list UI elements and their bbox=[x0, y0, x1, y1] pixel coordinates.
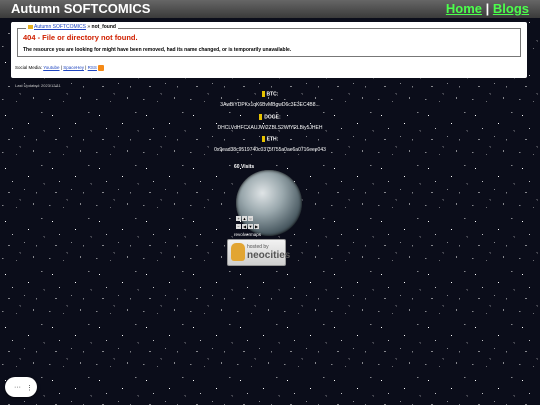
breadcrumb-home-link[interactable]: Autumn SOFTCOMICS bbox=[34, 24, 86, 30]
content-panel: Autumn SOFTCOMICS » not_found 404 - File… bbox=[11, 22, 527, 78]
more-vertical-icon: ⋮ bbox=[26, 385, 33, 392]
down-arrow-icon[interactable]: ▼ bbox=[248, 224, 253, 229]
globe-controls-row-2: − ◀ ▼ ▶ bbox=[236, 224, 260, 229]
floating-menu-button[interactable]: ··· ⋮ bbox=[5, 377, 37, 397]
doge-icon bbox=[259, 114, 263, 120]
nav-blogs-link[interactable]: Blogs bbox=[493, 1, 529, 16]
btc-block: BTC: 3AwBiYDPKx1qK6BvMBgwD6c3E3EC4B8... bbox=[0, 91, 540, 108]
globe-controls-row-1: + ▲ ○ bbox=[236, 216, 254, 221]
doge-address: DHCLVdHFCXAUJWi2ZBLS2WfYRLBiy5JHEH bbox=[217, 125, 323, 132]
up-arrow-icon[interactable]: ▲ bbox=[242, 216, 247, 221]
btc-icon bbox=[261, 91, 265, 97]
social-media-row: Social Media: Youtube | SpaceHey | RSS bbox=[15, 65, 104, 71]
breadcrumb-separator: » bbox=[87, 24, 91, 30]
rss-link[interactable]: RSS bbox=[88, 65, 97, 70]
error-title: 404 - File or directory not found. bbox=[23, 33, 138, 42]
last-updated: Last Updated: 2023/12/11 bbox=[15, 83, 61, 88]
revolvermaps-label[interactable]: revolvermaps bbox=[234, 232, 261, 237]
btc-address: 3AwBiYDPKx1qK6BvMBgwD6c3E3EC4B8... bbox=[220, 102, 320, 109]
social-label: Social Media: bbox=[15, 65, 43, 71]
neocities-badge[interactable]: hosted by neocities bbox=[227, 239, 290, 266]
nav-separator: | bbox=[485, 1, 490, 16]
folder-icon bbox=[28, 24, 33, 29]
breadcrumb-current: not_found bbox=[91, 24, 116, 30]
nav-home-link[interactable]: Home bbox=[446, 1, 482, 16]
eth-address: 0x9ead38c9519740c0375f755a0ae6a0716eee04… bbox=[214, 147, 326, 154]
doge-label: DOGE: bbox=[264, 114, 281, 121]
zoom-in-icon[interactable]: + bbox=[236, 216, 241, 221]
zoom-out-icon[interactable]: − bbox=[236, 224, 241, 229]
left-arrow-icon[interactable]: ◀ bbox=[242, 224, 247, 229]
right-arrow-icon[interactable]: ▶ bbox=[254, 224, 259, 229]
eth-icon bbox=[261, 136, 265, 142]
neocities-cat-icon bbox=[231, 243, 245, 261]
visit-counter: 60 Visits bbox=[234, 164, 255, 170]
breadcrumb: Autumn SOFTCOMICS » not_found bbox=[26, 24, 118, 30]
doge-block: DOGE: DHCLVdHFCXAUJWi2ZBLS2WfYRLBiy5JHEH bbox=[0, 114, 540, 131]
header-bar: Autumn SOFTCOMICS Home | Blogs bbox=[0, 0, 540, 18]
error-message: The resource you are looking for might h… bbox=[23, 47, 292, 53]
ellipsis-icon: ··· bbox=[14, 384, 21, 391]
error-box: Autumn SOFTCOMICS » not_found 404 - File… bbox=[17, 24, 521, 57]
eth-label: ETH: bbox=[266, 136, 279, 143]
neocities-wordmark: neocities bbox=[247, 250, 291, 261]
reset-icon[interactable]: ○ bbox=[248, 216, 253, 221]
btc-label: BTC: bbox=[266, 91, 279, 98]
rss-icon[interactable] bbox=[97, 65, 104, 71]
site-title: Autumn SOFTCOMICS bbox=[11, 1, 151, 16]
top-nav: Home | Blogs bbox=[446, 1, 529, 16]
eth-block: ETH: 0x9ead38c9519740c0375f755a0ae6a0716… bbox=[0, 136, 540, 153]
youtube-link[interactable]: Youtube bbox=[43, 65, 59, 70]
spacehey-link[interactable]: SpaceHey bbox=[63, 65, 84, 70]
